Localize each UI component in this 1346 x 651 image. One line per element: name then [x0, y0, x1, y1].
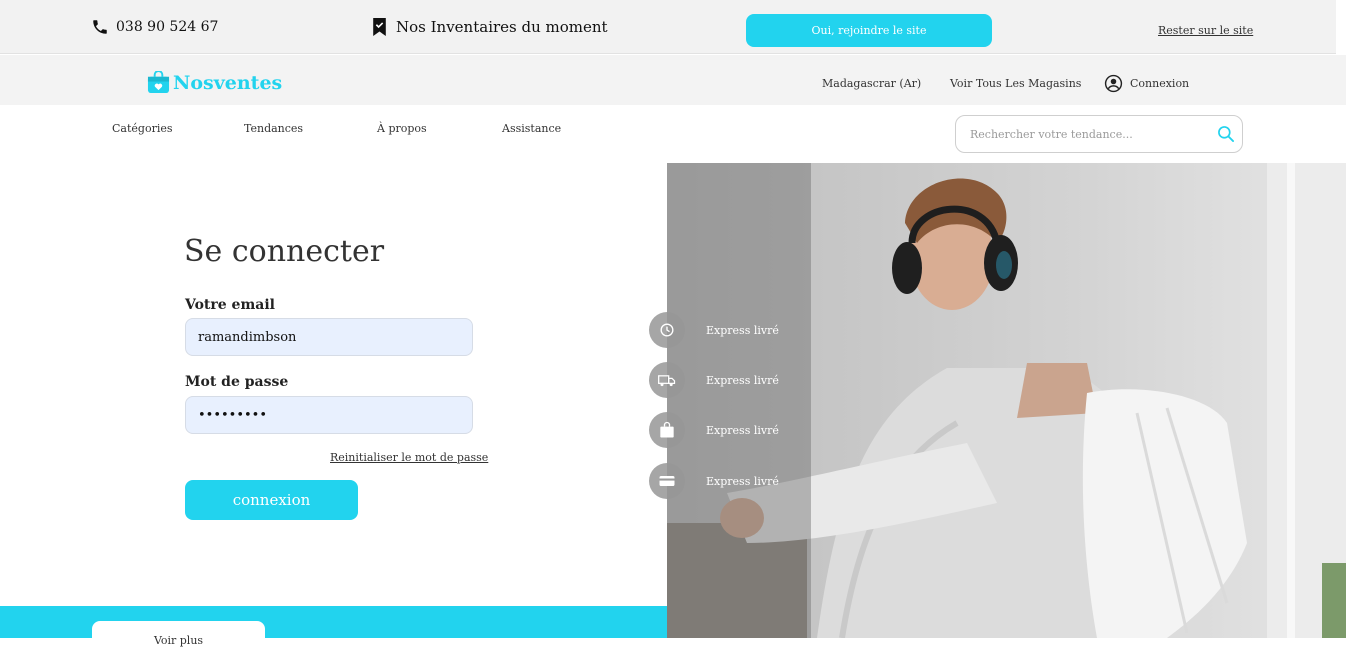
password-field[interactable] — [185, 396, 473, 434]
nav-assistance[interactable]: Assistance — [502, 122, 561, 135]
nav-about[interactable]: À propos — [377, 122, 427, 135]
feature-label: Express livré — [706, 373, 779, 387]
express-delivery-icon — [649, 312, 685, 348]
shop-box-icon — [147, 71, 170, 94]
login-title: Se connecter — [184, 234, 385, 269]
stay-on-site-link[interactable]: Rester sur le site — [1158, 24, 1253, 37]
phone-icon — [93, 20, 107, 34]
nav-trends[interactable]: Tendances — [244, 122, 303, 135]
password-label: Mot de passe — [185, 374, 289, 390]
credit-card-icon — [649, 463, 685, 499]
nav-categories[interactable]: Catégories — [112, 122, 173, 135]
join-site-button[interactable]: Oui, rejoindre le site — [746, 14, 992, 47]
search-icon[interactable] — [1216, 124, 1236, 144]
bookmark-check-icon — [373, 18, 386, 36]
search-box — [955, 115, 1243, 153]
shopping-bag-icon — [649, 412, 685, 448]
main-header: Nosventes Madagascrar (Ar) Voir Tous Les… — [0, 55, 1346, 105]
feature-item: Express livré — [649, 362, 779, 398]
truck-icon — [649, 362, 685, 398]
feature-label: Express livré — [706, 323, 779, 337]
top-announcement-bar: 038 90 524 67 Nos Inventaires du moment … — [0, 0, 1336, 54]
inventories-link[interactable]: Nos Inventaires du moment — [372, 18, 608, 36]
brand-logo[interactable]: Nosventes — [147, 71, 282, 94]
feature-label: Express livré — [706, 423, 779, 437]
inventories-text: Nos Inventaires du moment — [396, 18, 608, 36]
feature-item: Express livré — [649, 312, 779, 348]
reset-password-link[interactable]: Reinitialiser le mot de passe — [330, 451, 488, 464]
email-field[interactable] — [185, 318, 473, 356]
feature-item: Express livré — [649, 463, 779, 499]
login-submit-button[interactable]: connexion — [185, 480, 358, 520]
see-more-button[interactable]: Voir plus — [92, 621, 265, 651]
phone-contact[interactable]: 038 90 524 67 — [91, 18, 218, 36]
login-label: Connexion — [1130, 77, 1190, 90]
country-currency-selector[interactable]: Madagascrar (Ar) — [822, 77, 921, 90]
search-input[interactable] — [970, 125, 1200, 143]
feature-label: Express livré — [706, 474, 779, 488]
hero-left-overlay — [667, 163, 811, 638]
user-circle-icon — [1104, 74, 1123, 93]
brand-name: Nosventes — [173, 71, 283, 94]
header-login-link[interactable]: Connexion — [1104, 74, 1189, 93]
email-label: Votre email — [185, 297, 275, 313]
all-stores-link[interactable]: Voir Tous Les Magasins — [950, 77, 1081, 90]
feature-item: Express livré — [649, 412, 779, 448]
phone-number: 038 90 524 67 — [116, 19, 219, 35]
